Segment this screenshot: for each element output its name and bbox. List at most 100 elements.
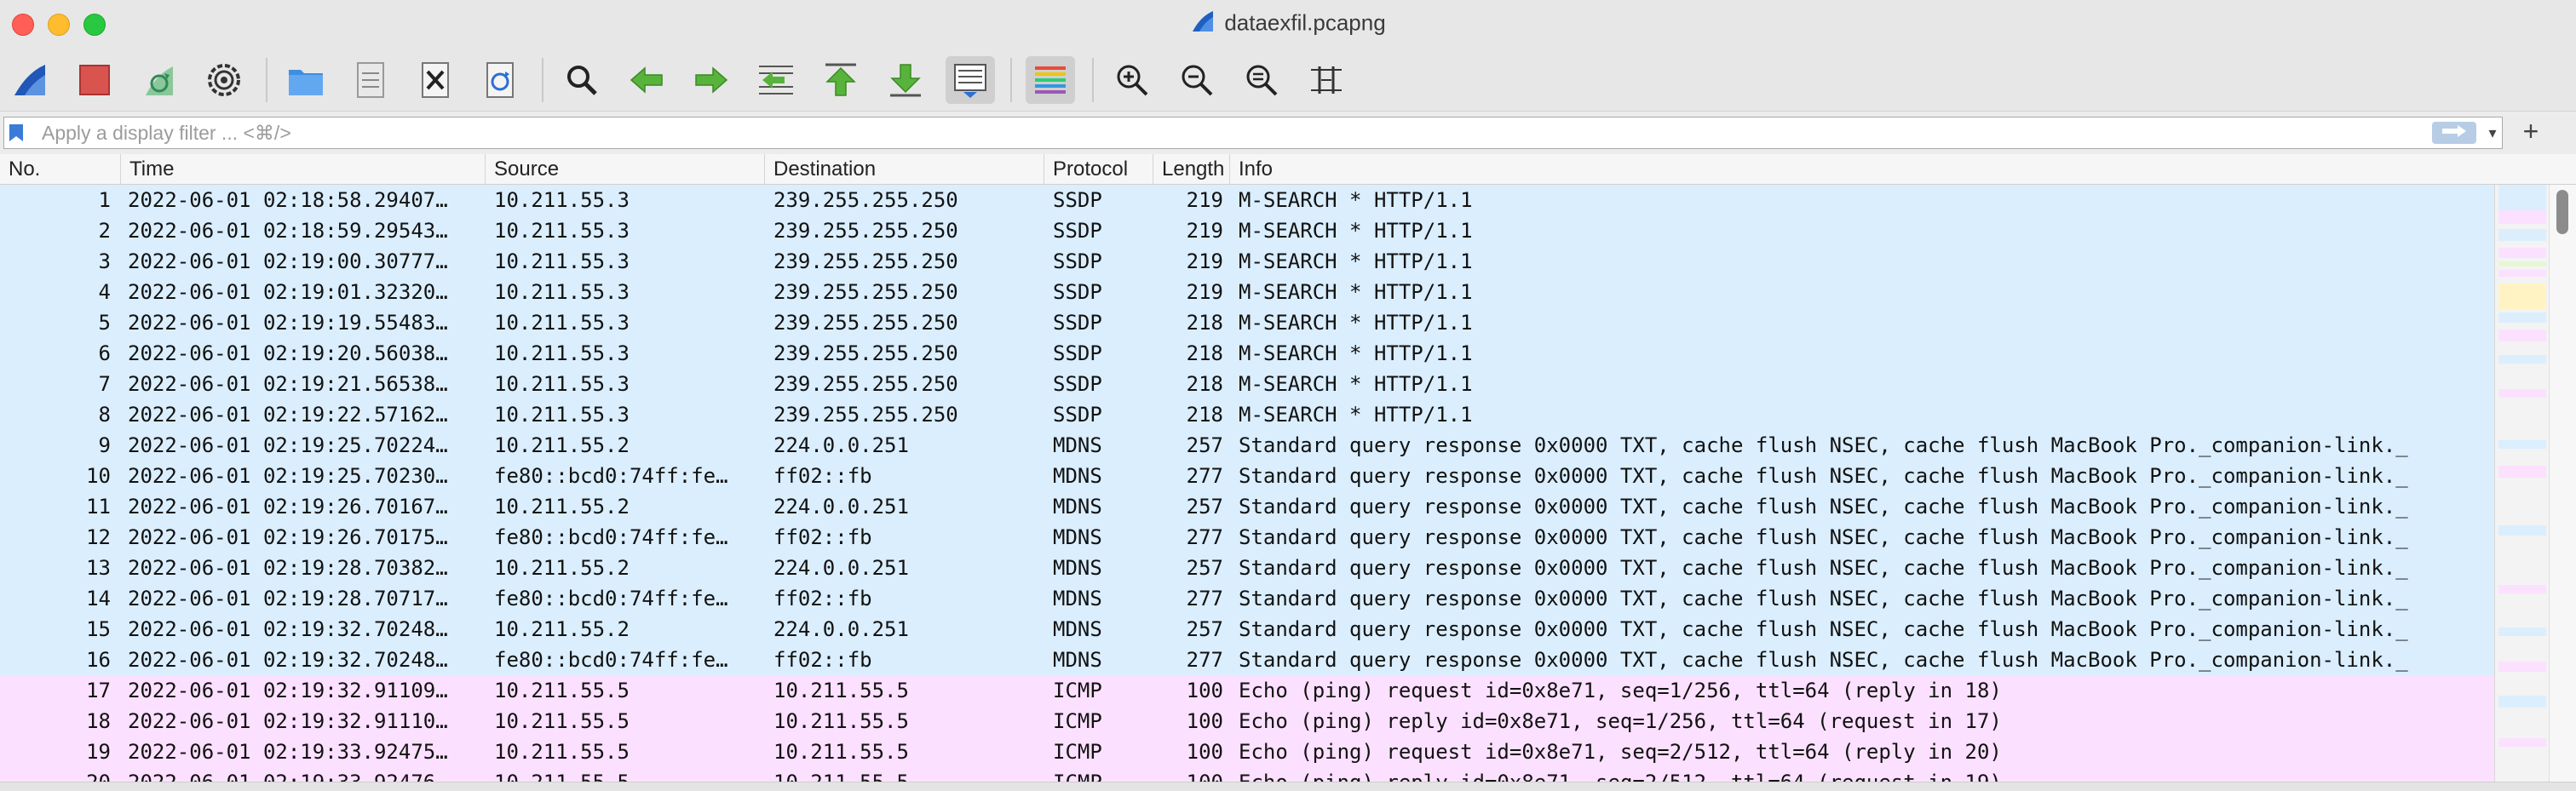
packet-info: Echo (ping) reply id=0x8e71, seq=2/512, … <box>1239 771 2002 782</box>
bookmark-icon[interactable] <box>8 123 25 143</box>
capture-options-icon[interactable] <box>199 56 249 104</box>
reload-file-icon[interactable] <box>475 56 525 104</box>
save-file-icon[interactable] <box>346 56 395 104</box>
column-header-source[interactable]: Source <box>486 154 765 184</box>
zoom-out-icon[interactable] <box>1172 56 1222 104</box>
packet-source: 10.211.55.3 <box>494 341 630 365</box>
packet-protocol: SSDP <box>1053 311 1102 335</box>
packet-info: M-SEARCH * HTTP/1.1 <box>1239 403 1473 427</box>
add-filter-button[interactable]: + <box>2518 117 2544 147</box>
packet-source: 10.211.55.2 <box>494 495 630 519</box>
table-row[interactable]: 18 2022-06-01 02:19:32.91110… 10.211.55.5 1… <box>0 706 2494 737</box>
stop-capture-icon[interactable] <box>70 56 119 104</box>
display-filter-input[interactable] <box>40 119 2412 146</box>
packet-length: 257 <box>1186 556 1223 580</box>
table-row[interactable]: 8 2022-06-01 02:19:22.57162… 10.211.55.3 23… <box>0 399 2494 430</box>
go-back-icon[interactable] <box>622 56 671 104</box>
packet-length: 257 <box>1186 495 1223 519</box>
packet-destination: 10.211.55.5 <box>773 740 909 764</box>
apply-filter-button[interactable] <box>2432 122 2476 144</box>
go-forward-icon[interactable] <box>687 56 736 104</box>
packet-destination: 239.255.255.250 <box>773 341 958 365</box>
packet-time: 2022-06-01 02:19:26.70167… <box>128 495 448 519</box>
scrollbar-thumb[interactable] <box>2556 190 2568 234</box>
go-last-packet-icon[interactable] <box>881 56 930 104</box>
start-capture-icon[interactable] <box>5 56 55 104</box>
table-row[interactable]: 7 2022-06-01 02:19:21.56538… 10.211.55.3 23… <box>0 369 2494 399</box>
packet-source: 10.211.55.3 <box>494 188 630 212</box>
packet-source: fe80::bcd0:74ff:fe… <box>494 525 728 549</box>
table-row[interactable]: 9 2022-06-01 02:19:25.70224… 10.211.55.2 22… <box>0 430 2494 461</box>
table-row[interactable]: 12 2022-06-01 02:19:26.70175… fe80::bcd0:7… <box>0 522 2494 553</box>
packet-info: Standard query response 0x0000 TXT, cach… <box>1239 525 2408 549</box>
table-row[interactable]: 13 2022-06-01 02:19:28.70382… 10.211.55.2 2… <box>0 553 2494 583</box>
table-row[interactable]: 19 2022-06-01 02:19:33.92475… 10.211.55.5 1… <box>0 737 2494 767</box>
table-row[interactable]: 17 2022-06-01 02:19:32.91109… 10.211.55.5 1… <box>0 675 2494 706</box>
packet-destination: 239.255.255.250 <box>773 219 958 243</box>
packet-no: 3 <box>98 249 111 273</box>
go-to-packet-icon[interactable] <box>751 56 801 104</box>
column-header-protocol[interactable]: Protocol <box>1044 154 1153 184</box>
column-header-destination[interactable]: Destination <box>765 154 1044 184</box>
packet-minimap[interactable] <box>2494 185 2550 782</box>
packet-protocol: MDNS <box>1053 433 1102 457</box>
close-file-icon[interactable] <box>411 56 460 104</box>
colorize-icon[interactable] <box>1026 56 1075 104</box>
column-header-length[interactable]: Length <box>1153 154 1230 184</box>
restart-capture-icon[interactable] <box>135 56 184 104</box>
packet-length: 100 <box>1186 771 1223 782</box>
minimap-stripes-icon <box>2498 185 2546 747</box>
filter-history-dropdown[interactable]: ▾ <box>2483 121 2502 145</box>
packet-source: 10.211.55.3 <box>494 280 630 304</box>
packet-protocol: SSDP <box>1053 372 1102 396</box>
packet-source: 10.211.55.3 <box>494 219 630 243</box>
toolbar-separator <box>1092 58 1094 102</box>
vertical-scrollbar[interactable] <box>2549 185 2576 782</box>
zoom-in-icon[interactable] <box>1107 56 1157 104</box>
table-row[interactable]: 10 2022-06-01 02:19:25.70230… fe80::bcd0:7… <box>0 461 2494 491</box>
packet-info: Echo (ping) reply id=0x8e71, seq=1/256, … <box>1239 709 2002 733</box>
packet-no: 12 <box>86 525 111 549</box>
find-packet-icon[interactable] <box>557 56 607 104</box>
table-row[interactable]: 14 2022-06-01 02:19:28.70717… fe80::bcd0:7… <box>0 583 2494 614</box>
packet-no: 6 <box>98 341 111 365</box>
packet-source: 10.211.55.5 <box>494 709 630 733</box>
packet-no: 2 <box>98 219 111 243</box>
packet-info: Echo (ping) request id=0x8e71, seq=2/512… <box>1239 740 2002 764</box>
table-row[interactable]: 1 2022-06-01 02:18:58.29407… 10.211.55.3 23… <box>0 185 2494 215</box>
packet-time: 2022-06-01 02:19:32.91109… <box>128 679 448 702</box>
table-row[interactable]: 11 2022-06-01 02:19:26.70167… 10.211.55.2 2… <box>0 491 2494 522</box>
resize-columns-icon[interactable] <box>1302 56 1351 104</box>
table-row[interactable]: 5 2022-06-01 02:19:19.55483… 10.211.55.3 23… <box>0 307 2494 338</box>
pane-splitter[interactable] <box>0 782 2576 791</box>
chevron-down-icon: ▾ <box>2488 123 2497 141</box>
packet-no: 20 <box>86 771 111 782</box>
packet-time: 2022-06-01 02:19:19.55483… <box>128 311 448 335</box>
auto-scroll-icon[interactable] <box>946 56 995 104</box>
table-row[interactable]: 16 2022-06-01 02:19:32.70248… fe80::bcd0:7… <box>0 645 2494 675</box>
packet-info: Standard query response 0x0000 TXT, cach… <box>1239 495 2408 519</box>
column-header-info[interactable]: Info <box>1230 154 2576 184</box>
table-row[interactable]: 6 2022-06-01 02:19:20.56038… 10.211.55.3 23… <box>0 338 2494 369</box>
packet-destination: 239.255.255.250 <box>773 188 958 212</box>
table-row[interactable]: 4 2022-06-01 02:19:01.32320… 10.211.55.3 23… <box>0 277 2494 307</box>
go-first-packet-icon[interactable] <box>816 56 865 104</box>
packet-protocol: ICMP <box>1053 740 1102 764</box>
packet-list-header: No. Time Source Destination Protocol Len… <box>0 154 2576 185</box>
normal-size-icon[interactable] <box>1237 56 1286 104</box>
packet-no: 4 <box>98 280 111 304</box>
column-header-no[interactable]: No. <box>0 154 121 184</box>
table-row[interactable]: 2 2022-06-01 02:18:59.29543… 10.211.55.3 23… <box>0 215 2494 246</box>
table-row[interactable]: 3 2022-06-01 02:19:00.30777… 10.211.55.3 23… <box>0 246 2494 277</box>
table-row[interactable]: 20 2022-06-01 02:19:33.92476… 10.211.55.5 1… <box>0 767 2494 782</box>
packet-source: 10.211.55.3 <box>494 311 630 335</box>
packet-time: 2022-06-01 02:18:59.29543… <box>128 219 448 243</box>
packet-time: 2022-06-01 02:19:33.92476… <box>128 771 448 782</box>
table-row[interactable]: 15 2022-06-01 02:19:32.70248… 10.211.55.2 2… <box>0 614 2494 645</box>
open-file-icon[interactable] <box>281 56 331 104</box>
packet-source: 10.211.55.2 <box>494 433 630 457</box>
packet-time: 2022-06-01 02:19:32.70248… <box>128 617 448 641</box>
packet-destination: 224.0.0.251 <box>773 495 909 519</box>
packet-length: 257 <box>1186 433 1223 457</box>
column-header-time[interactable]: Time <box>121 154 486 184</box>
